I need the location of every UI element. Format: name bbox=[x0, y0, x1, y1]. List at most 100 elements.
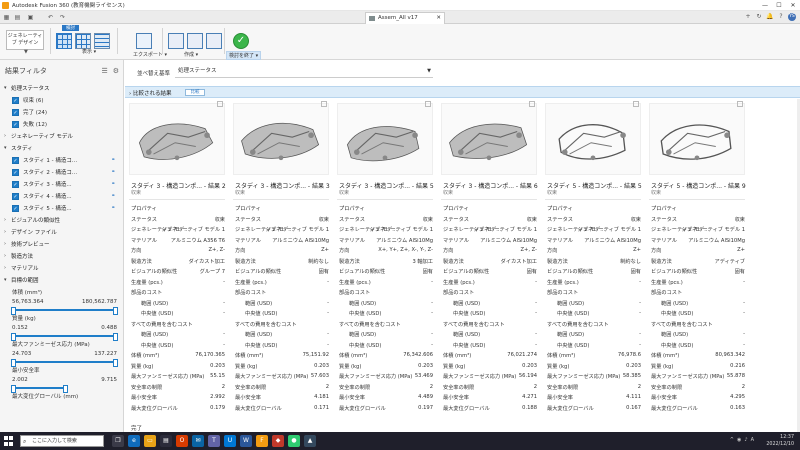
result-thumbnail[interactable] bbox=[337, 103, 433, 175]
filter-item[interactable]: ✓ 失敗 (12) bbox=[0, 118, 123, 130]
finish-compare-button[interactable]: 検討を終了 ▾ bbox=[226, 51, 262, 60]
uc-icon[interactable]: U bbox=[224, 435, 236, 447]
app-icon[interactable]: ● bbox=[288, 435, 300, 447]
filter-item[interactable]: ✓ スタディ 5 - 構造... ⚭ bbox=[0, 202, 123, 214]
taskbar-clock[interactable]: 12:37 2022/12/10 bbox=[766, 434, 794, 448]
filter-item[interactable]: ✓ スタディ 2 - 構造コ... ⚭ bbox=[0, 166, 123, 178]
network-icon[interactable]: ◉ bbox=[737, 437, 741, 443]
checkbox[interactable]: ✓ bbox=[12, 192, 19, 200]
create-table-icon[interactable] bbox=[168, 33, 184, 49]
filter-section-gen-model[interactable]: › ジェネレーティブ モデル bbox=[0, 130, 123, 142]
range-max-input[interactable]: 180,562.787 bbox=[82, 298, 117, 307]
task-view-icon[interactable]: ❐ bbox=[112, 435, 124, 447]
avatar[interactable]: YS bbox=[788, 13, 796, 21]
range-slider[interactable] bbox=[11, 385, 68, 393]
filter-section-method[interactable]: › 製造方法 bbox=[0, 250, 123, 262]
sort-dropdown[interactable]: 処理ステータス ▼ bbox=[175, 66, 433, 78]
minimize-button[interactable]: — bbox=[758, 0, 772, 11]
range-min-input[interactable]: 56,763.364 bbox=[12, 298, 44, 307]
notification-icon[interactable]: 🔔 bbox=[766, 13, 774, 21]
store-icon[interactable]: ▤ bbox=[160, 435, 172, 447]
range-min-input[interactable]: 2.002 bbox=[12, 376, 28, 385]
link-icon[interactable]: ⚭ bbox=[111, 181, 117, 187]
compare-button[interactable]: 比較 bbox=[185, 89, 205, 96]
tab-close-icon[interactable]: ✕ bbox=[436, 13, 441, 24]
export-icon[interactable] bbox=[136, 33, 152, 49]
filter-section-tech-preview[interactable]: › 技術プレビュー bbox=[0, 238, 123, 250]
checkbox[interactable]: ✓ bbox=[12, 120, 19, 128]
select-checkbox[interactable] bbox=[633, 101, 639, 107]
list-view-icon[interactable] bbox=[94, 33, 110, 49]
result-thumbnail[interactable] bbox=[233, 103, 329, 175]
range-min-input[interactable]: 0.152 bbox=[12, 324, 28, 333]
app-icon[interactable]: ▲ bbox=[304, 435, 316, 447]
grid-view-icon[interactable] bbox=[56, 33, 72, 49]
gear-icon[interactable]: ⚙ bbox=[113, 67, 119, 75]
filter-section-visual[interactable]: › ビジュアルの類似性 bbox=[0, 214, 123, 226]
filter-section-status[interactable]: ▾ 処理ステータス bbox=[0, 82, 123, 94]
result-thumbnail[interactable] bbox=[441, 103, 537, 175]
create-design-icon[interactable] bbox=[187, 33, 203, 49]
checkbox[interactable]: ✓ bbox=[12, 96, 19, 104]
undo-icon[interactable]: ↶ bbox=[46, 13, 55, 22]
office-icon[interactable]: O bbox=[176, 435, 188, 447]
edge-icon[interactable]: e bbox=[128, 435, 140, 447]
filter-section-study[interactable]: ▾ スタディ bbox=[0, 142, 123, 154]
volume-icon[interactable]: ♪ bbox=[744, 437, 747, 443]
ime-indicator[interactable]: A bbox=[751, 437, 754, 443]
filter-section-material[interactable]: › マテリアル bbox=[0, 262, 123, 274]
view-group-label[interactable]: 表示 ▾ bbox=[82, 48, 96, 55]
app-icon[interactable]: ◆ bbox=[272, 435, 284, 447]
word-icon[interactable]: W bbox=[240, 435, 252, 447]
select-checkbox[interactable] bbox=[321, 101, 327, 107]
workspace-switcher[interactable]: ジェネレーティブ デザイン ▼ bbox=[6, 30, 44, 55]
filter-item[interactable]: ✓ 収束 (6) bbox=[0, 94, 123, 106]
windows-start-icon[interactable] bbox=[4, 436, 14, 446]
range-min-input[interactable]: 24.703 bbox=[12, 350, 31, 359]
select-checkbox[interactable] bbox=[217, 101, 223, 107]
create-group-label[interactable]: 作成 ▾ bbox=[184, 51, 198, 58]
filter-item[interactable]: ✓ スタディ 4 - 構造... ⚭ bbox=[0, 190, 123, 202]
close-button[interactable]: ✕ bbox=[786, 0, 800, 11]
maximize-button[interactable]: ☐ bbox=[772, 0, 786, 11]
help-icon[interactable]: ? bbox=[777, 13, 785, 21]
folder-icon[interactable]: ▤ bbox=[13, 13, 22, 22]
compare-tab-label[interactable]: 検討 bbox=[62, 25, 79, 31]
filter-settings-icon[interactable]: ☰ bbox=[101, 67, 107, 75]
result-thumbnail[interactable] bbox=[649, 103, 745, 175]
sync-icon[interactable]: ↻ bbox=[755, 13, 763, 21]
link-icon[interactable]: ⚭ bbox=[111, 169, 117, 175]
fusion-taskbar-icon[interactable]: F bbox=[256, 435, 268, 447]
select-checkbox[interactable] bbox=[737, 101, 743, 107]
finish-compare-icon[interactable]: ✓ bbox=[233, 33, 249, 49]
chevron-up-icon[interactable]: ^ bbox=[730, 437, 734, 443]
select-checkbox[interactable] bbox=[425, 101, 431, 107]
filter-item[interactable]: ✓ スタディ 1 - 構造コ... ⚭ bbox=[0, 154, 123, 166]
new-tab-icon[interactable]: + bbox=[744, 13, 752, 21]
compared-results-header[interactable]: › 比較される結果 比較 bbox=[125, 86, 800, 98]
result-thumbnail[interactable] bbox=[129, 103, 225, 175]
range-max-input[interactable]: 137.227 bbox=[94, 350, 117, 359]
document-tab[interactable]: Assem_All v17 ✕ bbox=[365, 12, 445, 24]
file-explorer-icon[interactable]: ▭ bbox=[144, 435, 156, 447]
link-icon[interactable]: ⚭ bbox=[111, 205, 117, 211]
checkbox[interactable]: ✓ bbox=[12, 168, 19, 176]
filter-item[interactable]: ✓ 完了 (24) bbox=[0, 106, 123, 118]
filter-item[interactable]: ✓ スタディ 3 - 構造... ⚭ bbox=[0, 178, 123, 190]
range-slider[interactable] bbox=[11, 333, 118, 341]
range-slider[interactable] bbox=[11, 307, 118, 315]
filter-section-design-file[interactable]: › デザイン ファイル bbox=[0, 226, 123, 238]
result-thumbnail[interactable] bbox=[545, 103, 641, 175]
thumbnail-view-icon[interactable] bbox=[75, 33, 91, 49]
link-icon[interactable]: ⚭ bbox=[111, 157, 117, 163]
range-max-input[interactable]: 9.715 bbox=[101, 376, 117, 385]
filter-section-targets[interactable]: ▾ 目標の範囲 bbox=[0, 274, 123, 286]
checkbox[interactable]: ✓ bbox=[12, 108, 19, 116]
outlook-icon[interactable]: ✉ bbox=[192, 435, 204, 447]
select-checkbox[interactable] bbox=[529, 101, 535, 107]
checkbox[interactable]: ✓ bbox=[12, 204, 19, 212]
range-slider[interactable] bbox=[11, 359, 118, 367]
create-export-icon[interactable] bbox=[206, 33, 222, 49]
teams-icon[interactable]: T bbox=[208, 435, 220, 447]
checkbox[interactable]: ✓ bbox=[12, 180, 19, 188]
